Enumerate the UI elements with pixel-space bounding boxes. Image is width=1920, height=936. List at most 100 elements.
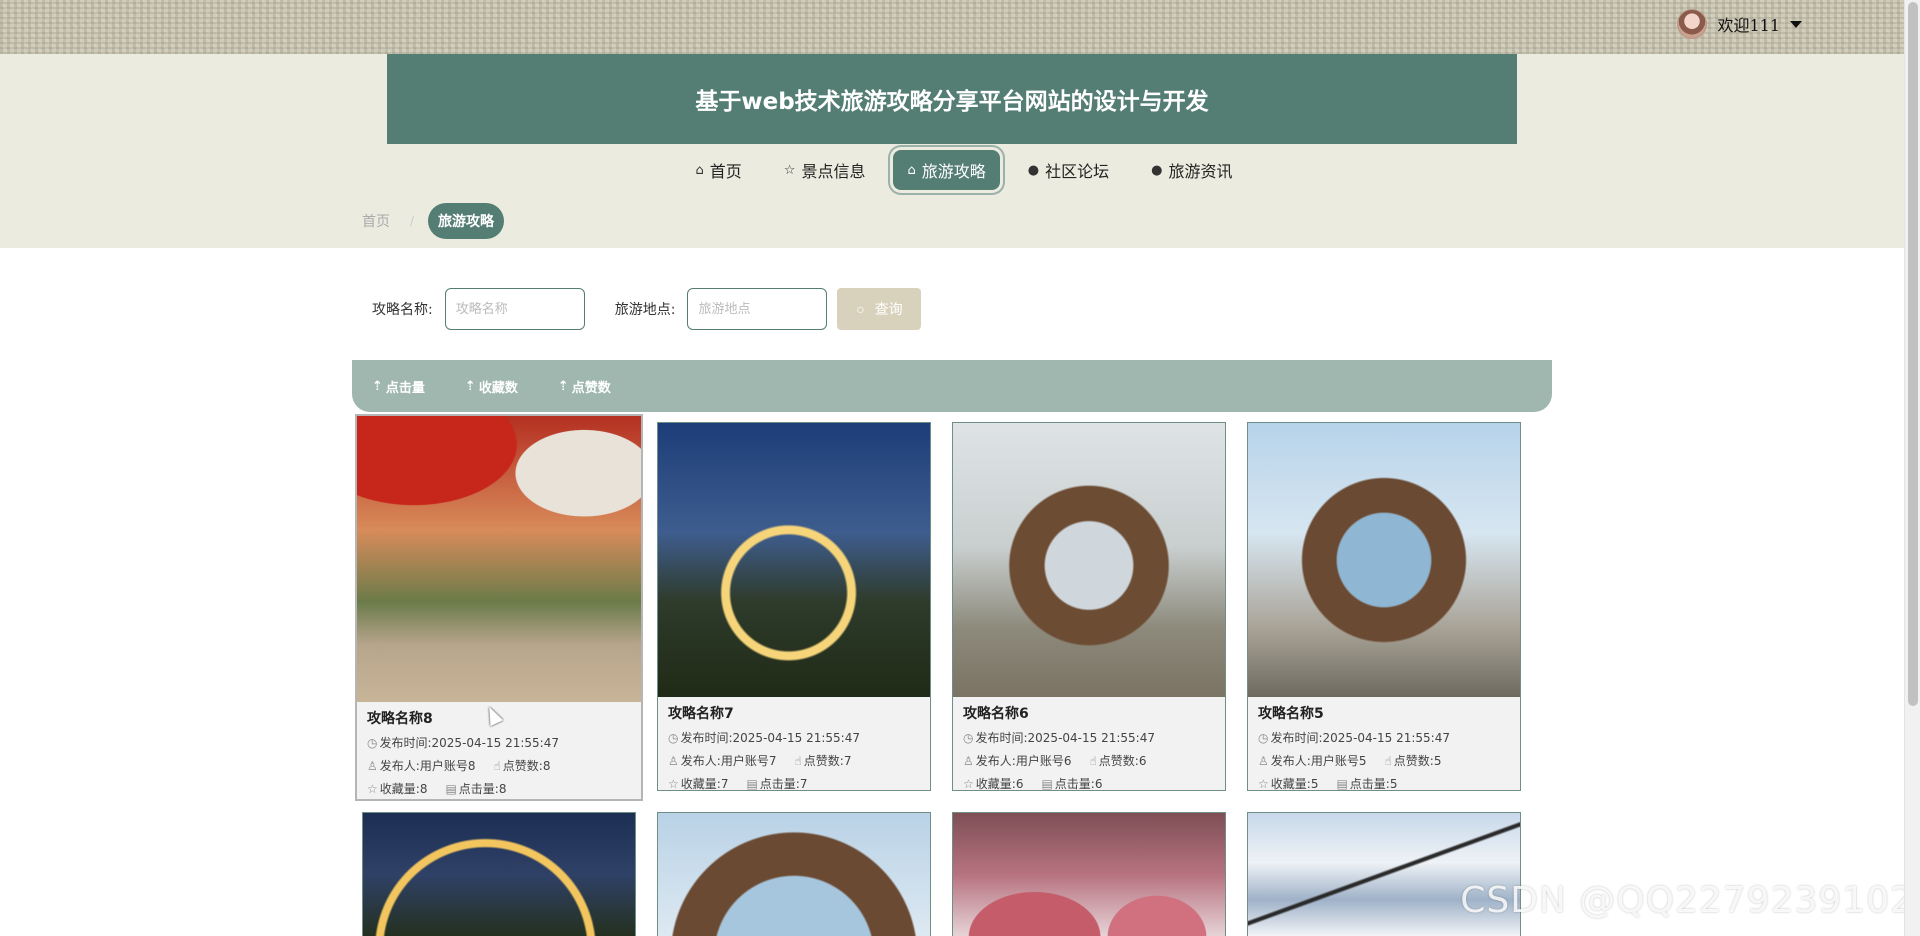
sort-favorites-label: 收藏数 (478, 380, 518, 396)
nav-news-label: 旅游资讯 (1168, 162, 1233, 181)
time-label: 发布时间: (975, 731, 1028, 745)
fav-value: 7 (720, 777, 729, 791)
breadcrumb-home[interactable]: 首页 (356, 211, 396, 231)
author-value: 用户账号8 (419, 759, 476, 773)
guide-card-title[interactable]: 攻略名称7 (668, 703, 920, 723)
clock-icon: ◷ (367, 736, 378, 750)
name-label: 攻略名称: (372, 302, 433, 318)
time-value: 2025-04-15 21:55:47 (732, 731, 860, 745)
guide-card-image[interactable] (1248, 423, 1520, 697)
nav-forum-label: 社区论坛 (1045, 162, 1110, 181)
welcome-text[interactable]: 欢迎111 (1717, 12, 1780, 36)
thumbs-up-icon: ☝ (1089, 754, 1097, 768)
nav-travel-guides-label: 旅游攻略 (921, 162, 986, 181)
home-icon: ⌂ (695, 162, 704, 178)
time-value: 2025-04-15 21:55:47 (1322, 731, 1450, 745)
user-icon: ♙ (963, 754, 974, 768)
fav-label: 收藏量: (975, 777, 1016, 791)
clock-icon: ◷ (1258, 731, 1269, 745)
site-title: 基于web技术旅游攻略分享平台网站的设计与开发 (695, 89, 1209, 115)
time-label: 发布时间: (680, 731, 733, 745)
caret-down-icon[interactable] (1790, 20, 1802, 28)
nav-attractions[interactable]: ☆ 景点信息 (770, 150, 880, 190)
guide-card-image[interactable] (363, 813, 635, 936)
nav-travel-guides[interactable]: ⌂ 旅游攻略 (893, 150, 1000, 190)
avatar[interactable] (1677, 9, 1708, 39)
star-icon: ☆ (668, 777, 679, 791)
guide-card[interactable] (657, 812, 931, 936)
user-icon: ♙ (668, 754, 679, 768)
guide-card-image[interactable] (357, 416, 641, 702)
fav-label: 收藏量: (1270, 777, 1311, 791)
author-label: 发布人: (1270, 754, 1311, 768)
chart-icon: ⇡ (557, 378, 569, 394)
search-icon: ○ (856, 301, 865, 317)
place-label: 旅游地点: (614, 302, 676, 318)
fav-value: 8 (419, 782, 428, 796)
nav-news[interactable]: ● 旅游资讯 (1137, 150, 1246, 190)
guide-card-title[interactable]: 攻略名称5 (1258, 703, 1510, 723)
author-value: 用户账号7 (720, 754, 777, 768)
user-menu[interactable]: 欢迎111 (1677, 8, 1802, 40)
question-icon: ● (1151, 162, 1163, 178)
thumbs-up-icon: ☝ (794, 754, 802, 768)
vertical-scrollbar[interactable] (1904, 0, 1920, 936)
document-icon: ▤ (1336, 777, 1348, 791)
sort-favorites[interactable]: ⇡ 收藏数 (465, 377, 518, 396)
main-nav: ⌂ 首页 ☆ 景点信息 ⌂ 旅游攻略 ● 社区论坛 ● 旅游资讯 (0, 148, 1920, 192)
star-icon: ☆ (367, 782, 378, 796)
search-button[interactable]: ○ 查询 (837, 288, 922, 330)
search-form: 攻略名称: 旅游地点: ○ 查询 (372, 288, 922, 330)
guide-card-title[interactable]: 攻略名称6 (963, 703, 1215, 723)
thumbs-up-icon: ☝ (493, 759, 501, 773)
clicks-value: 5 (1389, 777, 1398, 791)
author-label: 发布人: (975, 754, 1016, 768)
clock-icon: ◷ (963, 731, 974, 745)
guide-card[interactable] (952, 812, 1226, 936)
sort-clicks[interactable]: ⇡ 点击量 (372, 377, 425, 396)
star-icon: ☆ (783, 162, 796, 178)
guide-card[interactable] (362, 812, 636, 936)
fav-value: 5 (1310, 777, 1319, 791)
star-icon: ☆ (1258, 777, 1269, 791)
likes-label: 点赞数: (502, 759, 543, 773)
guide-card[interactable]: 攻略名称8 ◷ 发布时间:2025-04-15 21:55:47 ♙ 发布人:用户账… (355, 414, 643, 801)
likes-value: 6 (1138, 754, 1147, 768)
guide-card-image[interactable] (658, 813, 930, 936)
user-icon: ♙ (1258, 754, 1269, 768)
author-label: 发布人: (680, 754, 721, 768)
time-value: 2025-04-15 21:55:47 (431, 736, 559, 750)
nav-home[interactable]: ⌂ 首页 (682, 150, 756, 190)
guide-card[interactable]: 攻略名称7 ◷ 发布时间:2025-04-15 21:55:47 ♙ 发布人:用户账… (657, 422, 931, 791)
document-icon: ▤ (746, 777, 758, 791)
likes-label: 点赞数: (803, 754, 844, 768)
time-value: 2025-04-15 21:55:47 (1027, 731, 1155, 745)
travel-place-input[interactable] (687, 288, 828, 330)
likes-label: 点赞数: (1393, 754, 1434, 768)
breadcrumb-separator: / (410, 214, 415, 228)
scrollbar-thumb[interactable] (1908, 2, 1918, 706)
thumbs-up-icon: ☝ (1384, 754, 1392, 768)
guide-name-input[interactable] (444, 288, 585, 330)
document-icon: ▤ (445, 782, 457, 796)
sort-likes-label: 点赞数 (571, 380, 611, 396)
time-label: 发布时间: (1270, 731, 1323, 745)
chart-icon: ⇡ (372, 378, 383, 394)
guide-card-image[interactable] (658, 423, 930, 697)
chart-icon: ⇡ (464, 378, 476, 394)
search-button-label: 查询 (874, 301, 903, 317)
guide-card-image[interactable] (953, 423, 1225, 697)
time-label: 发布时间: (379, 736, 432, 750)
star-icon: ☆ (963, 777, 974, 791)
nav-attractions-label: 景点信息 (801, 162, 866, 181)
likes-value: 5 (1433, 754, 1442, 768)
guide-card-image[interactable] (953, 813, 1225, 936)
guide-card[interactable]: 攻略名称5 ◷ 发布时间:2025-04-15 21:55:47 ♙ 发布人:用户账… (1247, 422, 1521, 791)
author-value: 用户账号5 (1310, 754, 1367, 768)
nav-forum[interactable]: ● 社区论坛 (1014, 150, 1123, 190)
author-label: 发布人: (379, 759, 420, 773)
guide-card[interactable]: 攻略名称6 ◷ 发布时间:2025-04-15 21:55:47 ♙ 发布人:用户账… (952, 422, 1226, 791)
likes-label: 点赞数: (1098, 754, 1139, 768)
fav-value: 6 (1015, 777, 1024, 791)
sort-likes[interactable]: ⇡ 点赞数 (558, 377, 611, 396)
